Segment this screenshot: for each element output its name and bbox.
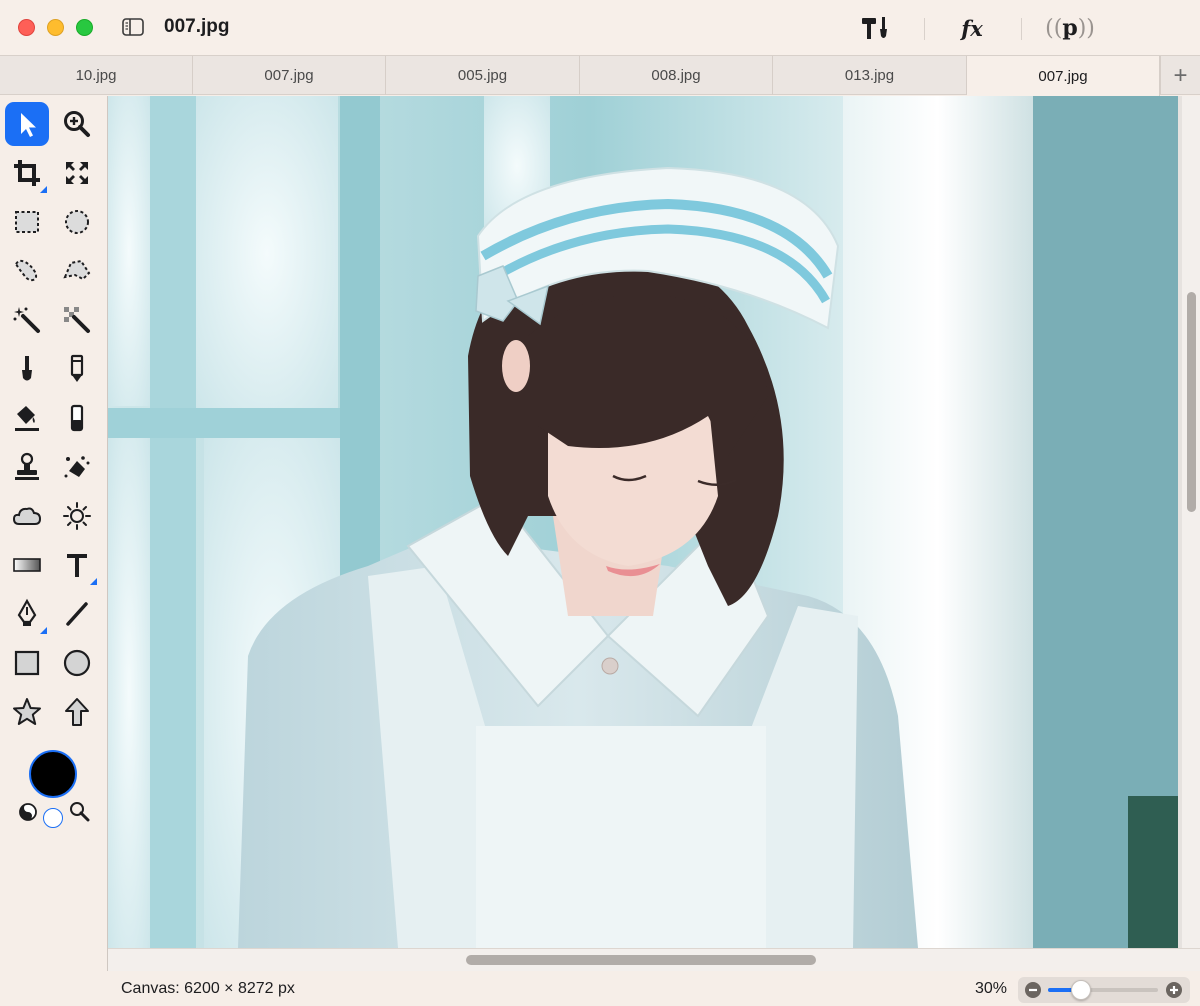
cloud-tool[interactable] xyxy=(5,494,49,538)
status-bar: Canvas: 6200 × 8272 px 30% xyxy=(0,972,1200,1006)
paint-brush-icon xyxy=(22,356,32,381)
canvas-size-label: Canvas: 6200 × 8272 px xyxy=(121,980,295,997)
smudge-icon xyxy=(64,456,90,478)
pen-nib-icon xyxy=(17,598,37,626)
title-bar: 007.jpg fx ((p)) xyxy=(0,0,1200,55)
paint-bucket-icon xyxy=(15,406,39,431)
pen-tool[interactable] xyxy=(5,592,49,636)
ellipse-shape-tool[interactable] xyxy=(55,641,99,685)
zoom-control xyxy=(1018,977,1190,1003)
eraser-tool[interactable] xyxy=(55,396,99,440)
arrow-shape-tool[interactable] xyxy=(55,690,99,734)
tab-5[interactable]: 013.jpg xyxy=(773,56,967,95)
circle-icon xyxy=(63,649,91,677)
foreground-color-well[interactable] xyxy=(29,750,77,798)
color-picker-icon[interactable] xyxy=(68,800,90,822)
sidebar-toggle-icon[interactable] xyxy=(122,18,144,36)
star-icon xyxy=(13,698,41,725)
canvas-image[interactable] xyxy=(108,96,1178,948)
zoom-slider-knob[interactable] xyxy=(1071,980,1091,1000)
app-window: 007.jpg fx ((p)) 10.jpg 007.jpg 005.jpg … xyxy=(0,0,1200,1006)
magic-wand-tool[interactable] xyxy=(5,298,49,342)
p-label: p xyxy=(1062,15,1078,41)
fill-tool[interactable] xyxy=(5,396,49,440)
ellipse-select-tool[interactable] xyxy=(55,200,99,244)
document-title: 007.jpg xyxy=(164,16,230,37)
canvas-area[interactable] xyxy=(107,96,1200,971)
rectangle-shape-tool[interactable] xyxy=(5,641,49,685)
fx-label: fx xyxy=(961,15,983,41)
sun-icon xyxy=(63,502,91,530)
pencil-tool[interactable] xyxy=(55,347,99,391)
star-shape-tool[interactable] xyxy=(5,690,49,734)
horizontal-scroll-thumb[interactable] xyxy=(466,955,816,965)
vertical-scrollbar[interactable] xyxy=(1182,96,1200,948)
transform-tool[interactable] xyxy=(55,151,99,195)
lasso-tool[interactable] xyxy=(5,249,49,293)
tab-2[interactable]: 007.jpg xyxy=(193,56,386,95)
polygon-lasso-tool[interactable] xyxy=(55,249,99,293)
gradient-icon xyxy=(13,558,41,572)
minimize-window-button[interactable] xyxy=(47,19,64,36)
crop-icon xyxy=(14,160,40,186)
arrow-select-tool[interactable] xyxy=(5,102,49,146)
zoom-in-icon[interactable] xyxy=(1164,980,1184,1000)
horizontal-scrollbar[interactable] xyxy=(108,948,1200,971)
tab-bar: 10.jpg 007.jpg 005.jpg 008.jpg 013.jpg 0… xyxy=(0,55,1200,96)
stamp-icon xyxy=(15,452,39,480)
swap-colors-icon[interactable] xyxy=(18,802,38,822)
rectangle-icon xyxy=(14,650,40,676)
clone-stamp-tool[interactable] xyxy=(5,445,49,489)
vertical-scroll-thumb[interactable] xyxy=(1187,292,1196,512)
light-tool[interactable] xyxy=(55,494,99,538)
text-t-icon xyxy=(67,554,87,577)
eraser-icon xyxy=(70,404,84,432)
checker-wand-icon xyxy=(64,307,90,333)
magic-wand-icon xyxy=(13,307,40,333)
zoom-tool[interactable] xyxy=(55,102,99,146)
line-tool[interactable] xyxy=(55,592,99,636)
cloud-icon xyxy=(12,507,42,525)
text-tool[interactable] xyxy=(55,543,99,587)
tab-6-active[interactable]: 007.jpg xyxy=(967,56,1160,96)
tab-1[interactable]: 10.jpg xyxy=(0,56,193,95)
polygon-lasso-icon xyxy=(63,259,91,281)
crop-tool[interactable] xyxy=(5,151,49,195)
tab-4[interactable]: 008.jpg xyxy=(580,56,773,95)
tools-button[interactable] xyxy=(852,12,900,44)
tool-panel xyxy=(0,96,107,974)
lasso-icon xyxy=(14,259,38,282)
zoom-percent-label: 30% xyxy=(975,980,1008,997)
pencil-icon xyxy=(70,354,84,382)
effects-button[interactable]: fx xyxy=(950,12,994,44)
color-select-tool[interactable] xyxy=(55,298,99,342)
arrow-cursor-icon xyxy=(21,113,36,137)
close-window-button[interactable] xyxy=(18,19,35,36)
background-color-well[interactable] xyxy=(43,808,63,828)
gradient-tool[interactable] xyxy=(5,543,49,587)
up-arrow-icon xyxy=(65,698,89,726)
new-tab-button[interactable]: + xyxy=(1160,56,1200,95)
tab-3[interactable]: 005.jpg xyxy=(386,56,580,95)
zoom-window-button[interactable] xyxy=(76,19,93,36)
zoom-out-icon[interactable] xyxy=(1023,980,1043,1000)
expand-arrows-icon xyxy=(66,162,88,184)
brush-tool[interactable] xyxy=(5,347,49,391)
dashed-rectangle-icon xyxy=(15,211,39,233)
line-icon xyxy=(66,602,88,626)
plugins-button[interactable]: ((p)) xyxy=(1045,12,1095,44)
zoom-slider-track[interactable] xyxy=(1048,988,1158,992)
rect-select-tool[interactable] xyxy=(5,200,49,244)
magnifier-plus-icon xyxy=(64,111,90,137)
smudge-tool[interactable] xyxy=(55,445,99,489)
hammer-brush-icon xyxy=(862,17,887,39)
dashed-circle-icon xyxy=(65,210,89,234)
